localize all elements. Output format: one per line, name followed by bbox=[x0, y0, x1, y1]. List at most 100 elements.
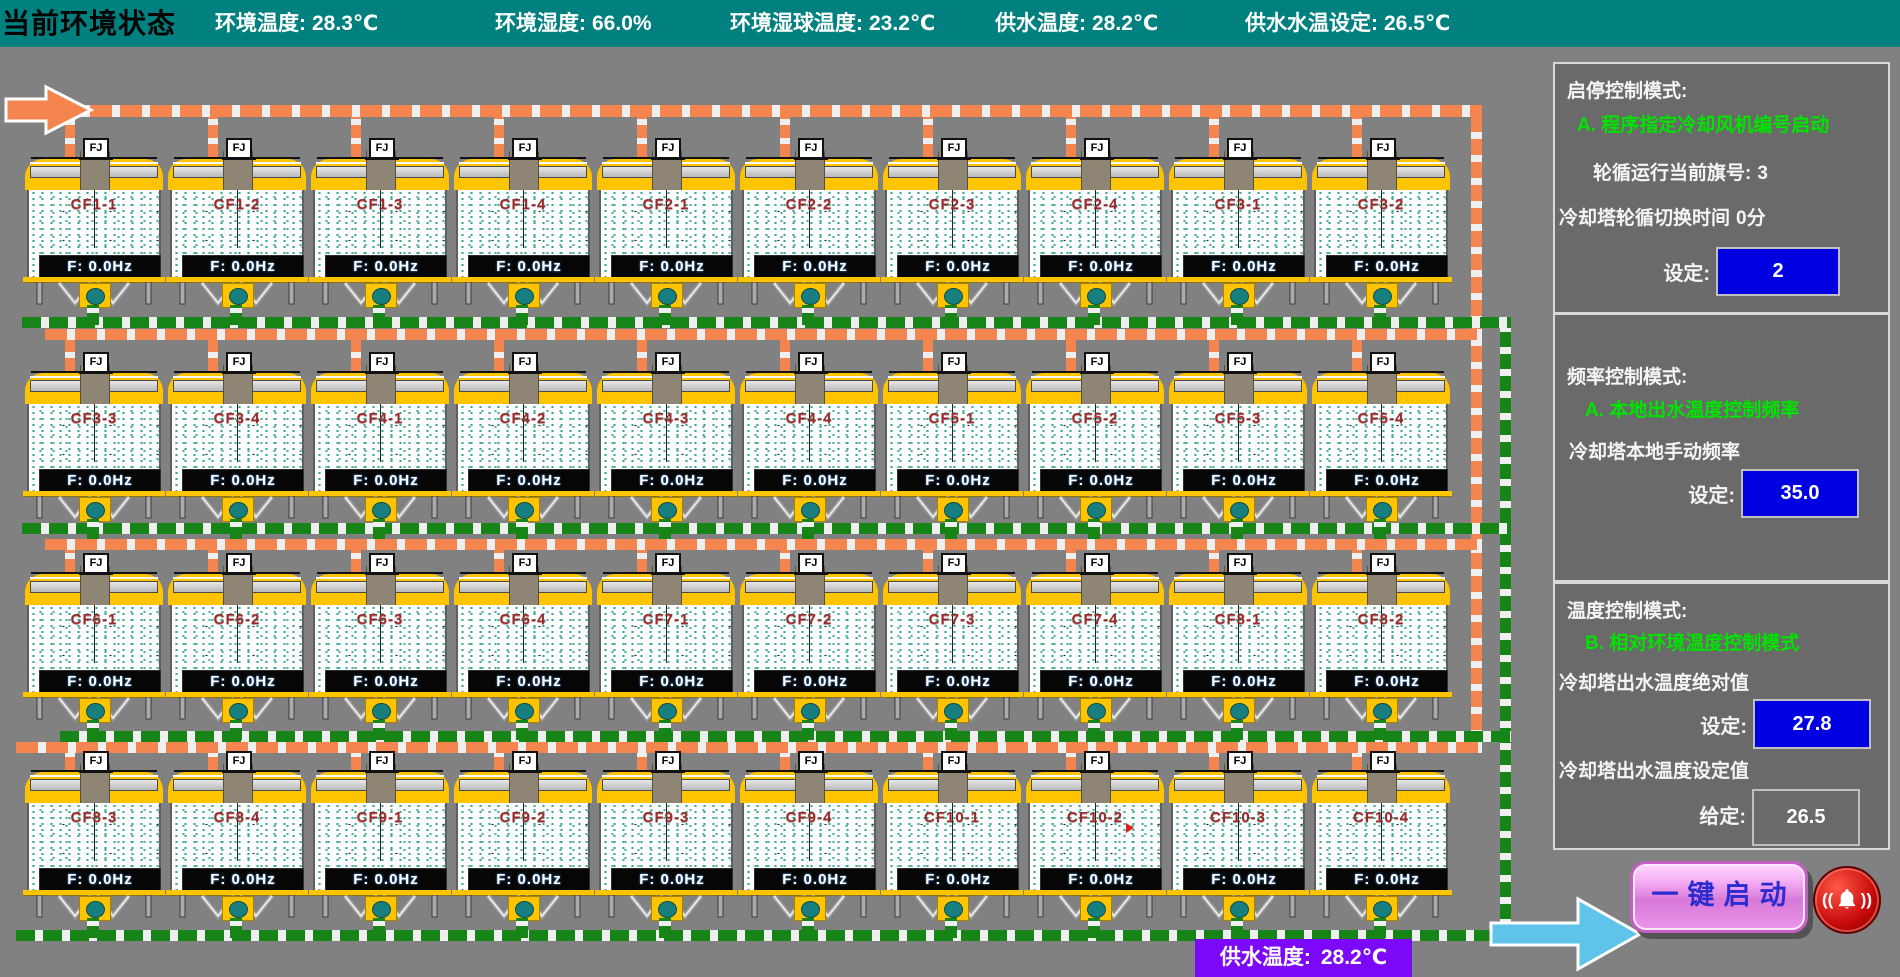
pump-outlet-pipe bbox=[516, 918, 528, 938]
fan-blade-left-icon bbox=[1174, 166, 1228, 178]
pump-impeller-icon bbox=[86, 288, 105, 305]
cooling-tower: FJ CF2-2 F: 0.0Hz bbox=[740, 138, 878, 333]
fan-motor-box: FJ bbox=[369, 553, 395, 574]
pump-outlet-pipe bbox=[373, 720, 385, 740]
frequency-display: F: 0.0Hz bbox=[468, 255, 590, 278]
fan-blade-right-icon bbox=[819, 581, 873, 593]
fan-blade-left-icon bbox=[1317, 380, 1371, 392]
rotation-count-input[interactable]: 2 bbox=[1716, 247, 1840, 296]
frequency-value: F: 0.0Hz bbox=[210, 871, 276, 888]
cooling-tower: FJ CF1-3 F: 0.0Hz bbox=[311, 138, 449, 333]
manual-frequency-input[interactable]: 35.0 bbox=[1741, 469, 1859, 518]
cooling-tower: FJ CF1-1 F: 0.0Hz bbox=[25, 138, 163, 333]
frequency-display: F: 0.0Hz bbox=[897, 255, 1019, 278]
cooling-tower: FJ CF2-4 F: 0.0Hz bbox=[1026, 138, 1164, 333]
fan-motor-label: FJ bbox=[519, 755, 532, 767]
tower-label: CF7-3 bbox=[887, 611, 1017, 628]
fan-blade-left-icon bbox=[173, 581, 227, 593]
fan-blade-left-icon bbox=[1317, 581, 1371, 593]
frequency-display: F: 0.0Hz bbox=[39, 670, 161, 693]
cooling-tower: FJ CF5-2 F: 0.0Hz bbox=[1026, 352, 1164, 547]
tower-label: CF2-4 bbox=[1030, 196, 1160, 213]
pump-outlet-pipe bbox=[659, 519, 671, 539]
feed-pipe-drop bbox=[65, 753, 75, 770]
fan-blade-right-icon bbox=[1391, 166, 1445, 178]
feed-pipe-drop bbox=[494, 340, 504, 371]
frequency-value: F: 0.0Hz bbox=[210, 258, 276, 275]
pump-outlet-pipe bbox=[516, 519, 528, 539]
fan-motor-box: FJ bbox=[1084, 751, 1110, 772]
fan-blade-right-icon bbox=[676, 166, 730, 178]
tower-row-3: FJ CF6-1 F: 0.0Hz FJ CF6-2 F: 0.0Hz bbox=[25, 553, 1475, 753]
fan-motor-box: FJ bbox=[512, 553, 538, 574]
tower-label: CF10-3 bbox=[1173, 809, 1303, 826]
fan-motor-box: FJ bbox=[941, 138, 967, 159]
fan-motor-box: FJ bbox=[512, 138, 538, 159]
pump-outlet-pipe bbox=[802, 720, 814, 740]
cooling-tower: FJ CF3-4 F: 0.0Hz bbox=[168, 352, 306, 547]
fan-motor-label: FJ bbox=[948, 142, 961, 154]
pump-outlet-pipe bbox=[230, 720, 242, 740]
frequency-display: F: 0.0Hz bbox=[1326, 469, 1448, 492]
fan-motor-box: FJ bbox=[369, 352, 395, 373]
tower-label: CF4-2 bbox=[458, 410, 588, 427]
pump-impeller-icon bbox=[1373, 502, 1392, 519]
pump-outlet-pipe bbox=[1088, 720, 1100, 740]
pump-outlet-pipe bbox=[945, 720, 957, 740]
frequency-display: F: 0.0Hz bbox=[1326, 868, 1448, 891]
pipe-feed-row1 bbox=[60, 105, 1482, 117]
tower-label: CF3-3 bbox=[29, 410, 159, 427]
feed-pipe-drop bbox=[494, 117, 504, 157]
fan-motor-box: FJ bbox=[798, 352, 824, 373]
pump-impeller-icon bbox=[801, 502, 820, 519]
cooling-tower: FJ CF2-1 F: 0.0Hz bbox=[597, 138, 735, 333]
given-value-display[interactable]: 26.5 bbox=[1752, 789, 1860, 846]
fan-blade-right-icon bbox=[247, 380, 301, 392]
feed-pipe-drop bbox=[780, 117, 790, 157]
frequency-display: F: 0.0Hz bbox=[468, 469, 590, 492]
fan-motor-label: FJ bbox=[233, 356, 246, 368]
frequency-display: F: 0.0Hz bbox=[754, 255, 876, 278]
cooling-tower: FJ CF7-1 F: 0.0Hz bbox=[597, 553, 735, 748]
feed-pipe-drop bbox=[637, 753, 647, 770]
frequency-display: F: 0.0Hz bbox=[1183, 670, 1305, 693]
fan-motor-box: FJ bbox=[655, 352, 681, 373]
header-bar: 当前环境状态 环境温度:28.3℃ 环境湿度:66.0% 环境湿球温度:23.2… bbox=[0, 0, 1900, 47]
tower-row-4: FJ CF8-3 F: 0.0Hz FJ CF8-4 F: 0.0Hz bbox=[25, 751, 1475, 951]
fan-blade-right-icon bbox=[962, 581, 1016, 593]
pump-outlet-pipe bbox=[1374, 918, 1386, 938]
cooling-tower: FJ CF1-4 F: 0.0Hz bbox=[454, 138, 592, 333]
red-cursor-artifact bbox=[1126, 823, 1134, 833]
outlet-temp-input[interactable]: 27.8 bbox=[1753, 699, 1871, 749]
frequency-value: F: 0.0Hz bbox=[925, 673, 991, 690]
alarm-bell-icon[interactable]: (( )) bbox=[1813, 866, 1881, 934]
pump-outlet-pipe bbox=[1088, 918, 1100, 938]
fan-motor-label: FJ bbox=[233, 755, 246, 767]
cooling-tower: FJ CF8-1 F: 0.0Hz bbox=[1169, 553, 1307, 748]
fan-blade-right-icon bbox=[104, 779, 158, 791]
fan-motor-label: FJ bbox=[1091, 557, 1104, 569]
cooling-tower: FJ CF10-2 F: 0.0Hz bbox=[1026, 751, 1164, 946]
cooling-tower: FJ CF4-2 F: 0.0Hz bbox=[454, 352, 592, 547]
fan-blade-left-icon bbox=[745, 166, 799, 178]
frequency-display: F: 0.0Hz bbox=[325, 868, 447, 891]
feed-pipe-drop bbox=[923, 753, 933, 770]
frequency-value: F: 0.0Hz bbox=[353, 258, 419, 275]
tower-label: CF7-1 bbox=[601, 611, 731, 628]
fan-motor-box: FJ bbox=[1370, 751, 1396, 772]
fan-blade-right-icon bbox=[390, 779, 444, 791]
water-inlet-arrow-icon bbox=[3, 84, 95, 136]
frequency-value: F: 0.0Hz bbox=[67, 258, 133, 275]
one-key-start-button[interactable]: 一键启动 bbox=[1630, 861, 1808, 933]
fan-motor-box: FJ bbox=[798, 553, 824, 574]
bell-glyph bbox=[1834, 887, 1860, 913]
fan-blade-left-icon bbox=[602, 166, 656, 178]
pump-outlet-pipe bbox=[1088, 519, 1100, 539]
pump-outlet-pipe bbox=[1374, 305, 1386, 325]
feed-pipe-drop bbox=[1209, 117, 1219, 157]
fan-motor-label: FJ bbox=[1234, 755, 1247, 767]
fan-motor-box: FJ bbox=[1084, 138, 1110, 159]
fan-motor-label: FJ bbox=[805, 356, 818, 368]
tower-label: CF9-2 bbox=[458, 809, 588, 826]
pump-impeller-icon bbox=[801, 901, 820, 918]
